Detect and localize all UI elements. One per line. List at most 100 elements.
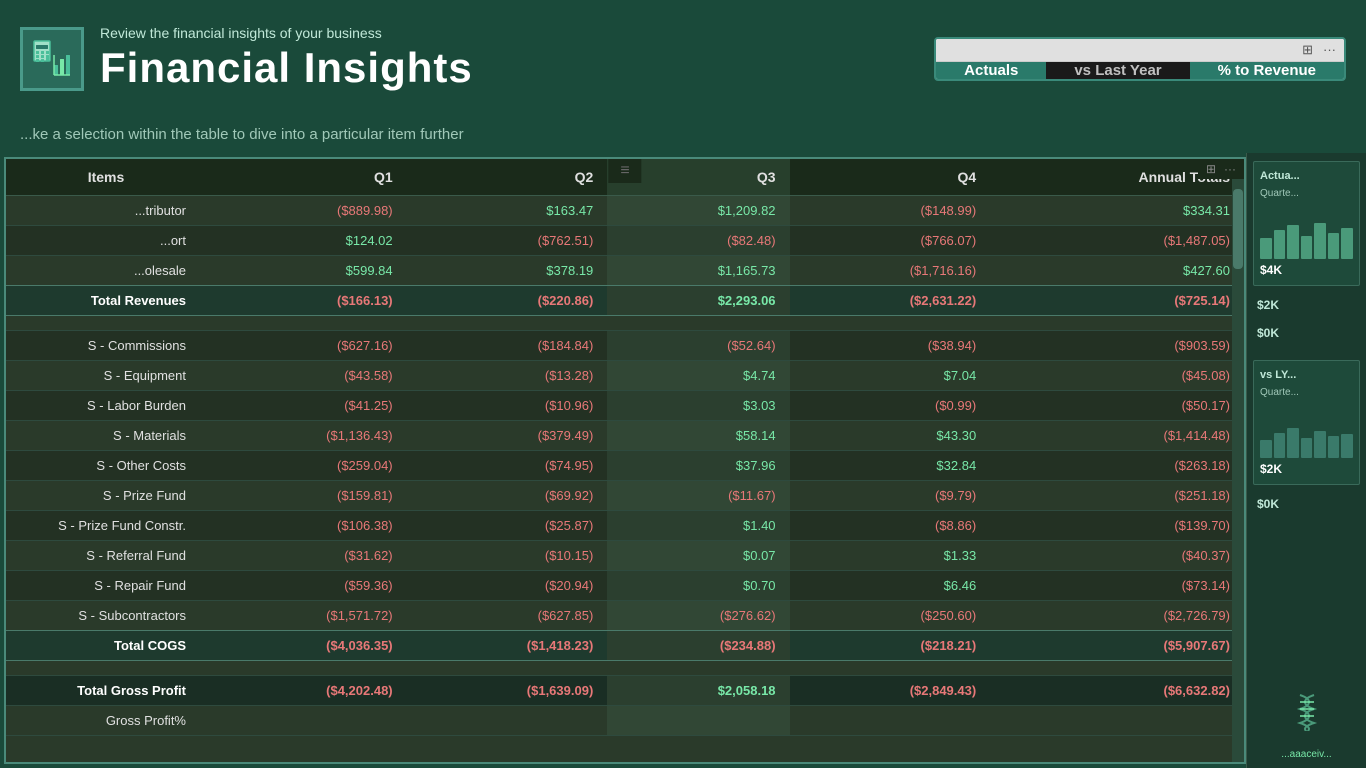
cell-value: $124.02: [206, 226, 407, 256]
table-body: ...tributor($889.98)$163.47$1,209.82($14…: [6, 196, 1244, 736]
chart-bar: [1274, 230, 1286, 259]
cell-label: ...tributor: [6, 196, 206, 226]
cell-label: Gross Profit%: [6, 706, 206, 736]
cell-label: S - Repair Fund: [6, 571, 206, 601]
table-more-icon[interactable]: ···: [1224, 162, 1236, 176]
cell-value: ($8.86): [790, 511, 991, 541]
cell-label: S - Referral Fund: [6, 541, 206, 571]
scrollbar-thumb[interactable]: [1233, 189, 1243, 269]
cell-value: $6.46: [790, 571, 991, 601]
cell-value: ($184.84): [407, 331, 608, 361]
chart-bar: [1314, 431, 1326, 458]
cell-value: $1,209.82: [607, 196, 789, 226]
table-scrollbar[interactable]: [1232, 159, 1244, 762]
cell-value: ($1,639.09): [407, 676, 608, 706]
cell-value: $599.84: [206, 256, 407, 286]
cell-value: ($38.94): [790, 331, 991, 361]
sidebar-decoration: [1253, 683, 1360, 739]
sidebar-dna-label: ...aaaceiv...: [1253, 749, 1360, 760]
cell-value: ($139.70): [990, 511, 1244, 541]
cell-value: ($20.94): [407, 571, 608, 601]
cell-value: [990, 706, 1244, 736]
table-row[interactable]: ...tributor($889.98)$163.47$1,209.82($14…: [6, 196, 1244, 226]
cell-value: ($50.17): [990, 391, 1244, 421]
header-subtitle: Review the financial insights of your bu…: [100, 25, 473, 41]
cell-value: ($2,631.22): [790, 286, 991, 316]
cell-value: ($106.38): [206, 511, 407, 541]
window-more-icon[interactable]: ···: [1323, 42, 1336, 58]
table-expand-icon[interactable]: ⊞: [1206, 162, 1216, 176]
cell-value: $7.04: [790, 361, 991, 391]
sub-header: ...ke a selection within the table to di…: [0, 115, 1366, 153]
cell-value: ($1,716.16): [790, 256, 991, 286]
cell-label: S - Subcontractors: [6, 601, 206, 631]
sidebar-vsly-quarte-label: Quarte...: [1260, 387, 1353, 398]
cell-label: Total COGS: [6, 631, 206, 661]
cell-value: ($218.21): [790, 631, 991, 661]
cell-value: ($1,571.72): [206, 601, 407, 631]
cell-value: $0.07: [607, 541, 789, 571]
actuals-button[interactable]: Actuals: [936, 62, 1046, 79]
col-header-items: Items: [6, 159, 206, 196]
sidebar-quarte-label: Quarte...: [1260, 188, 1353, 199]
sidebar-vsly-label: vs LY...: [1260, 369, 1353, 381]
chart-bar: [1287, 428, 1299, 458]
window-expand-icon[interactable]: ⊞: [1302, 42, 1313, 58]
table-row[interactable]: [6, 316, 1244, 331]
cell-value: $32.84: [790, 451, 991, 481]
chart-bar: [1341, 434, 1353, 458]
table-row[interactable]: S - Repair Fund($59.36)($20.94)$0.70$6.4…: [6, 571, 1244, 601]
col-header-q1: Q1: [206, 159, 407, 196]
chart-bar: [1287, 225, 1299, 259]
cell-value: ($166.13): [206, 286, 407, 316]
cell-value: $2,293.06: [607, 286, 789, 316]
cell-value: $163.47: [407, 196, 608, 226]
cell-value: ($0.99): [790, 391, 991, 421]
cell-value: $58.14: [607, 421, 789, 451]
table-scroll[interactable]: Items Q1 Q2 Q3 Q4 Annual Totals ...tribu…: [6, 159, 1244, 762]
table-row[interactable]: S - Labor Burden($41.25)($10.96)$3.03($0…: [6, 391, 1244, 421]
col-header-q2: Q2: [407, 159, 608, 196]
table-row[interactable]: S - Commissions($627.16)($184.84)($52.64…: [6, 331, 1244, 361]
right-sidebar: Actua... Quarte... $4K $2K $0K vs LY... …: [1246, 153, 1366, 768]
financial-table: Items Q1 Q2 Q3 Q4 Annual Totals ...tribu…: [6, 159, 1244, 736]
table-row[interactable]: S - Materials($1,136.43)($379.49)$58.14$…: [6, 421, 1244, 451]
table-row[interactable]: S - Subcontractors($1,571.72)($627.85)($…: [6, 601, 1244, 631]
table-row[interactable]: Total COGS($4,036.35)($1,418.23)($234.88…: [6, 631, 1244, 661]
cell-value: ($25.87): [407, 511, 608, 541]
cell-value: ($4,036.35): [206, 631, 407, 661]
toggle-buttons: Actuals vs Last Year % to Revenue: [936, 62, 1344, 79]
chart-bar: [1314, 223, 1326, 259]
cell-value: ($6,632.82): [990, 676, 1244, 706]
vs-last-year-button[interactable]: vs Last Year: [1046, 62, 1189, 79]
table-row[interactable]: S - Referral Fund($31.62)($10.15)$0.07$1…: [6, 541, 1244, 571]
table-row[interactable]: S - Equipment($43.58)($13.28)$4.74$7.04(…: [6, 361, 1244, 391]
table-row[interactable]: ...olesale$599.84$378.19$1,165.73($1,716…: [6, 256, 1244, 286]
cell-value: $1.33: [790, 541, 991, 571]
cell-value: ($9.79): [790, 481, 991, 511]
pct-to-revenue-button[interactable]: % to Revenue: [1190, 62, 1344, 79]
cell-value: ($59.36): [206, 571, 407, 601]
table-row[interactable]: [6, 661, 1244, 676]
cell-value: ($220.86): [407, 286, 608, 316]
table-row[interactable]: Total Gross Profit($4,202.48)($1,639.09)…: [6, 676, 1244, 706]
cell-value: ($10.96): [407, 391, 608, 421]
table-row[interactable]: Gross Profit%: [6, 706, 1244, 736]
table-row[interactable]: S - Prize Fund($159.81)($69.92)($11.67)(…: [6, 481, 1244, 511]
cell-value: $0.70: [607, 571, 789, 601]
table-row[interactable]: ...ort$124.02($762.51)($82.48)($766.07)(…: [6, 226, 1244, 256]
cell-value: ($82.48): [607, 226, 789, 256]
header-left: Review the financial insights of your bu…: [20, 25, 473, 91]
cell-value: ($13.28): [407, 361, 608, 391]
cell-label: Total Revenues: [6, 286, 206, 316]
col-header-q4: Q4: [790, 159, 991, 196]
cell-value: ($41.25): [206, 391, 407, 421]
table-row[interactable]: S - Prize Fund Constr.($106.38)($25.87)$…: [6, 511, 1244, 541]
cell-value: ($40.37): [990, 541, 1244, 571]
financial-table-container: ⊞ ··· ≡ Items Q1 Q2 Q3 Q4 Annual Totals: [4, 157, 1246, 764]
cell-label: S - Equipment: [6, 361, 206, 391]
cell-value: $2,058.18: [607, 676, 789, 706]
table-row[interactable]: Total Revenues($166.13)($220.86)$2,293.0…: [6, 286, 1244, 316]
cell-label: ...olesale: [6, 256, 206, 286]
table-row[interactable]: S - Other Costs($259.04)($74.95)$37.96$3…: [6, 451, 1244, 481]
